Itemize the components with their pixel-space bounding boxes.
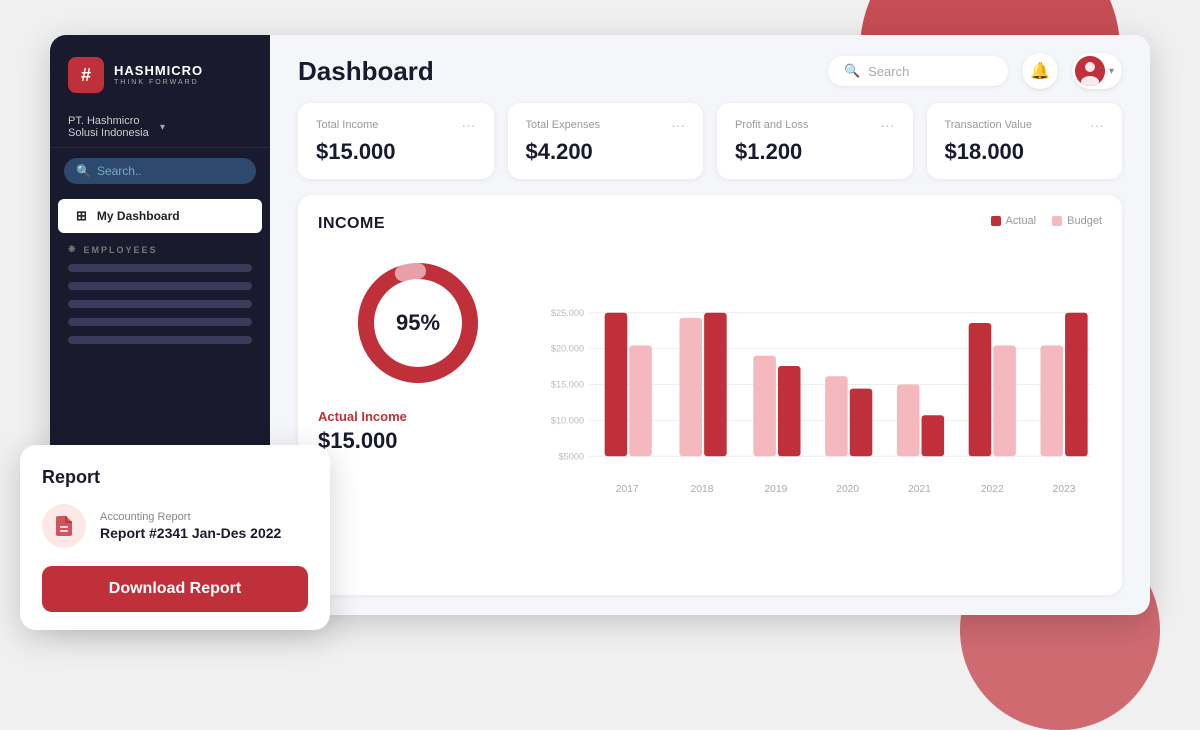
stat-card-income: Total Income ··· $15.000 xyxy=(298,103,494,179)
svg-text:$5000: $5000 xyxy=(559,451,585,461)
report-file-icon xyxy=(42,504,86,548)
income-actual-value: $15.000 xyxy=(318,428,398,454)
svg-text:2022: 2022 xyxy=(981,484,1004,495)
stat-card-expenses-label: Total Expenses xyxy=(526,119,601,131)
donut-chart: 95% xyxy=(348,253,488,393)
income-title: INCOME xyxy=(318,215,385,233)
menu-bar-2 xyxy=(68,282,252,290)
sidebar-item-dashboard[interactable]: ⊞ My Dashboard xyxy=(58,199,262,233)
stat-card-transaction-value: $18.000 xyxy=(945,139,1105,165)
avatar xyxy=(1075,56,1105,86)
chevron-down-icon: ▾ xyxy=(160,122,252,133)
search-icon: 🔍 xyxy=(76,164,91,178)
menu-bar-1 xyxy=(68,264,252,272)
notification-button[interactable]: 🔔 xyxy=(1022,53,1058,89)
svg-text:$10.000: $10.000 xyxy=(551,415,584,425)
dashboard-icon: ⊞ xyxy=(76,208,87,224)
page-title: Dashboard xyxy=(298,56,434,87)
report-name: Report #2341 Jan-Des 2022 xyxy=(100,525,281,541)
logo-icon: # xyxy=(68,57,104,93)
income-section: INCOME 95% Actual Income $15.000 xyxy=(298,195,1122,595)
stat-card-profit-label: Profit and Loss xyxy=(735,119,808,131)
menu-bar-5 xyxy=(68,336,252,344)
stat-card-expenses: Total Expenses ··· $4.200 xyxy=(508,103,704,179)
brand-tagline: THINK FORWARD xyxy=(114,79,203,86)
stat-card-income-menu[interactable]: ··· xyxy=(462,117,476,133)
donut-percent: 95% xyxy=(396,310,440,335)
svg-text:2019: 2019 xyxy=(764,484,787,495)
header: Dashboard 🔍 🔔 ▾ xyxy=(270,35,1150,103)
legend-budget: Budget xyxy=(1052,215,1102,227)
sidebar-logo: # HASHMICRO THINK FORWARD xyxy=(50,35,270,107)
stat-cards: Total Income ··· $15.000 Total Expenses … xyxy=(270,103,1150,195)
budget-color-dot xyxy=(1052,216,1062,226)
stat-card-income-header: Total Income ··· xyxy=(316,117,476,133)
stat-card-expenses-menu[interactable]: ··· xyxy=(671,117,685,133)
section-label: EMPLOYEES xyxy=(84,245,158,255)
nav-item-label: My Dashboard xyxy=(97,209,180,223)
company-name: PT. Hashmicro Solusi Indonesia xyxy=(68,115,160,139)
income-left: INCOME 95% Actual Income $15.000 xyxy=(318,215,518,575)
sidebar-section-employees: ❋ EMPLOYEES xyxy=(50,234,270,259)
stat-card-transaction-menu[interactable]: ··· xyxy=(1090,117,1104,133)
svg-text:2020: 2020 xyxy=(836,484,859,495)
avatar-chevron-icon: ▾ xyxy=(1109,66,1114,77)
stat-card-income-label: Total Income xyxy=(316,119,378,131)
search-input[interactable] xyxy=(868,64,992,79)
report-popup: Report Accounting Report Report #2341 Ja… xyxy=(20,445,330,630)
user-avatar-button[interactable]: ▾ xyxy=(1072,53,1122,89)
report-type: Accounting Report xyxy=(100,511,281,523)
report-info: Accounting Report Report #2341 Jan-Des 2… xyxy=(100,511,281,541)
donut-center: 95% xyxy=(396,310,440,336)
actual-color-dot xyxy=(991,216,1001,226)
stat-card-transaction-header: Transaction Value ··· xyxy=(945,117,1105,133)
stat-card-expenses-header: Total Expenses ··· xyxy=(526,117,686,133)
income-right: Actual Budget $25.000 xyxy=(538,215,1102,575)
employees-icon: ❋ xyxy=(68,244,78,255)
stat-card-income-value: $15.000 xyxy=(316,139,476,165)
legend-actual-label: Actual xyxy=(1006,215,1037,227)
company-selector[interactable]: PT. Hashmicro Solusi Indonesia ▾ xyxy=(50,107,270,148)
report-popup-title: Report xyxy=(42,467,308,488)
chart-legend: Actual Budget xyxy=(538,215,1102,227)
svg-text:$15.000: $15.000 xyxy=(551,380,584,390)
svg-text:$25.000: $25.000 xyxy=(551,308,584,318)
stat-card-transaction-label: Transaction Value xyxy=(945,119,1032,131)
menu-bar-4 xyxy=(68,318,252,326)
menu-bar-3 xyxy=(68,300,252,308)
svg-text:$20.000: $20.000 xyxy=(551,344,584,354)
header-right: 🔍 🔔 ▾ xyxy=(828,53,1122,89)
brand-name: HASHMICRO xyxy=(114,64,203,77)
logo-text: HASHMICRO THINK FORWARD xyxy=(114,64,203,86)
income-actual-label: Actual Income xyxy=(318,409,407,424)
svg-text:2023: 2023 xyxy=(1053,484,1076,495)
legend-actual: Actual xyxy=(991,215,1037,227)
bar-chart: $25.000 $20.000 $15.000 $10.000 $5000 20… xyxy=(538,235,1102,575)
stat-card-profit: Profit and Loss ··· $1.200 xyxy=(717,103,913,179)
sidebar-search[interactable]: 🔍 xyxy=(64,158,256,184)
download-report-button[interactable]: Download Report xyxy=(42,566,308,612)
stat-card-profit-value: $1.200 xyxy=(735,139,895,165)
stat-card-transaction: Transaction Value ··· $18.000 xyxy=(927,103,1123,179)
search-icon: 🔍 xyxy=(844,63,860,79)
legend-budget-label: Budget xyxy=(1067,215,1102,227)
svg-text:2017: 2017 xyxy=(616,484,639,495)
svg-text:2021: 2021 xyxy=(908,484,931,495)
sidebar-search-input[interactable] xyxy=(97,164,244,178)
stat-card-profit-header: Profit and Loss ··· xyxy=(735,117,895,133)
svg-text:2018: 2018 xyxy=(691,484,714,495)
stat-card-profit-menu[interactable]: ··· xyxy=(881,117,895,133)
header-search[interactable]: 🔍 xyxy=(828,56,1008,86)
report-item: Accounting Report Report #2341 Jan-Des 2… xyxy=(42,504,308,548)
stat-card-expenses-value: $4.200 xyxy=(526,139,686,165)
main-content: Dashboard 🔍 🔔 ▾ xyxy=(270,35,1150,615)
